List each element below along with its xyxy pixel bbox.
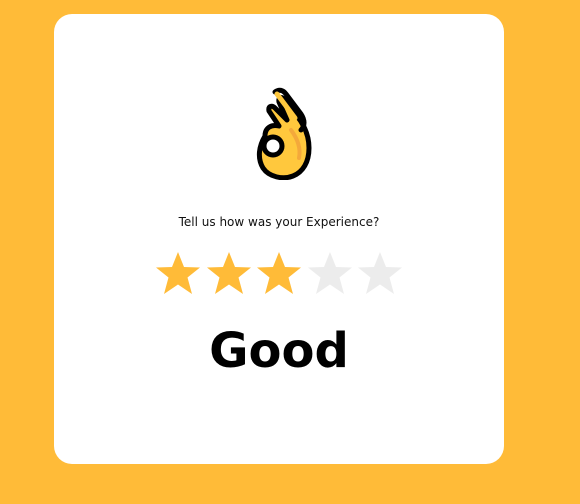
star-icon-1[interactable]: [154, 250, 202, 296]
ok-hand-icon: [256, 87, 312, 180]
star-rating[interactable]: [154, 250, 404, 296]
feedback-card: Tell us how was your Experience? Good: [54, 14, 504, 464]
rating-label: Good: [209, 323, 349, 379]
experience-prompt: Tell us how was your Experience?: [178, 215, 380, 229]
star-icon-5[interactable]: [356, 250, 404, 296]
star-icon-4[interactable]: [306, 250, 354, 296]
star-icon-2[interactable]: [205, 250, 253, 296]
star-icon-3[interactable]: [255, 250, 303, 296]
